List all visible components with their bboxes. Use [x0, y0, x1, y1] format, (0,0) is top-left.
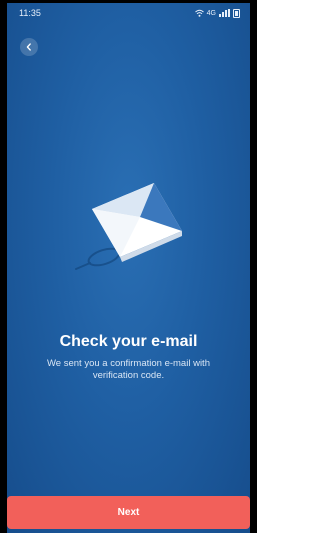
envelope-illustration — [75, 183, 182, 270]
status-bar: 11:35 4G — [7, 3, 250, 23]
network-type-label: 4G — [206, 9, 216, 17]
chevron-left-icon — [26, 43, 31, 51]
device-frame: 11:35 4G Check your e-mail We sent you a… — [0, 0, 257, 533]
status-time: 11:35 — [19, 8, 41, 18]
confirmation-message: We sent you a confirmation e-mail with v… — [47, 358, 210, 381]
magnifier-shadow-icon — [75, 247, 121, 270]
signal-icon — [219, 9, 230, 17]
status-icons: 4G — [194, 8, 240, 18]
back-button[interactable] — [20, 38, 38, 56]
app-screen: 11:35 4G Check your e-mail We sent you a… — [7, 3, 250, 533]
next-button[interactable]: Next — [7, 496, 250, 529]
battery-icon — [233, 8, 240, 18]
wifi-icon — [194, 9, 204, 17]
page-title: Check your e-mail — [59, 333, 198, 350]
